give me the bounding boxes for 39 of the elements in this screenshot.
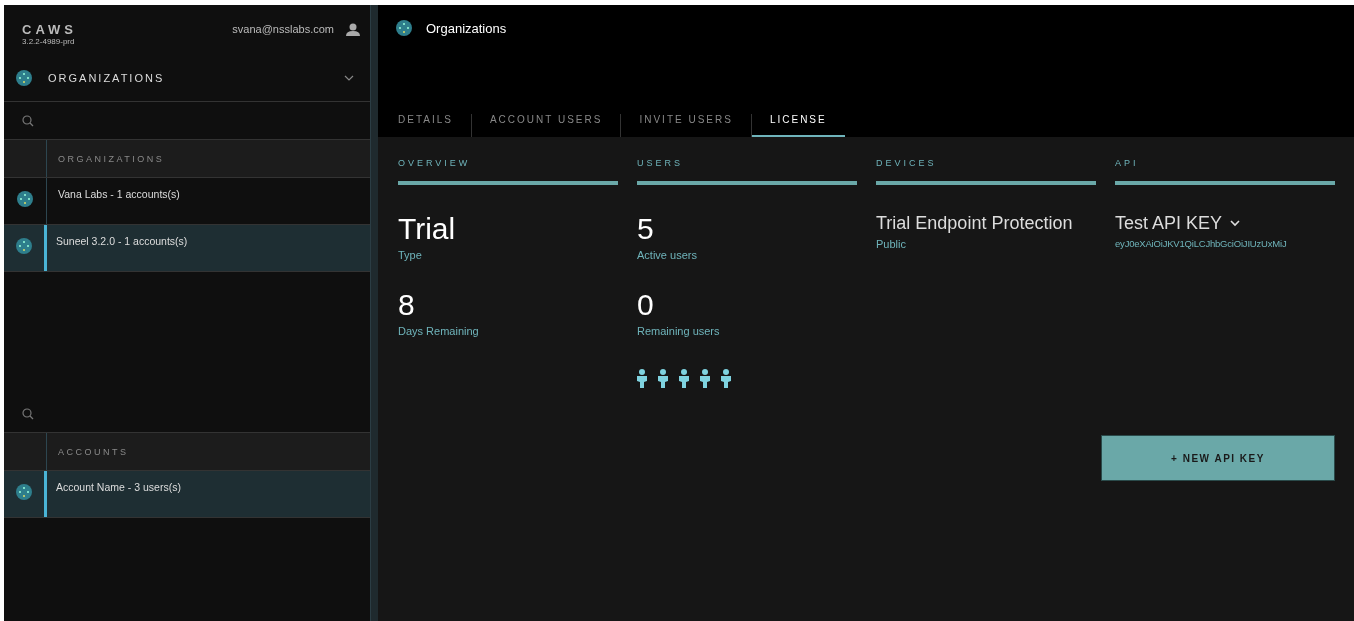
stat-value: 8	[398, 289, 416, 321]
page-title: Organizations	[426, 20, 507, 36]
version-text: 3.2.2-4989-prd	[22, 37, 76, 46]
globe-icon	[396, 20, 412, 36]
product-type: Public	[876, 238, 907, 250]
user-email[interactable]: svana@nsslabs.com	[232, 23, 334, 35]
search-icon[interactable]	[22, 407, 34, 420]
organizations-dropdown[interactable]: ORGANIZATIONS	[4, 55, 370, 102]
tab[interactable]: ACCOUNT USERS	[471, 114, 622, 137]
section-heading: DEVICES	[876, 158, 938, 168]
chevron-icon[interactable]	[344, 74, 354, 82]
stat-label: Type	[398, 249, 423, 261]
globe-icon	[16, 484, 32, 500]
api-key-text: eyJ0eXAiOiJKV1QiLCJhbGciOiJIUzUxMiJ	[1115, 238, 1288, 249]
list-heading: ORGANIZATIONS	[57, 153, 165, 164]
app-logo: CAWS	[22, 23, 77, 37]
stat-value: 0	[637, 289, 655, 321]
stat-label: Days Remaining	[398, 325, 480, 337]
stat-label: Active users	[637, 249, 698, 261]
globe-icon	[17, 191, 33, 207]
list-item[interactable]: Account Name - 3 users(s)	[4, 471, 370, 518]
user-icon[interactable]	[346, 23, 360, 36]
list-item[interactable]: Suneel 3.2.0 - 1 accounts(s)	[4, 225, 370, 272]
tab[interactable]: LICENSE	[751, 114, 845, 137]
globe-icon	[16, 70, 32, 86]
product-name: Trial Endpoint Protection	[876, 213, 1073, 234]
search-icon[interactable]	[22, 114, 34, 127]
stat-value: 5	[637, 213, 655, 245]
list-heading: ACCOUNTS	[57, 446, 129, 457]
stat-label: Remaining users	[637, 325, 721, 337]
section-heading: OVERVIEW	[398, 158, 472, 168]
globe-icon	[16, 238, 32, 254]
section-heading: API	[1115, 158, 1140, 168]
new-api-key-button[interactable]: + NEW API KEY	[1101, 435, 1335, 481]
tab[interactable]: DETAILS	[398, 114, 472, 137]
section-heading: USERS	[637, 158, 684, 168]
api-key-name[interactable]: Test API KEY	[1115, 213, 1223, 234]
tab[interactable]: INVITE USERS	[621, 114, 752, 137]
stat-value: Trial	[398, 213, 457, 245]
